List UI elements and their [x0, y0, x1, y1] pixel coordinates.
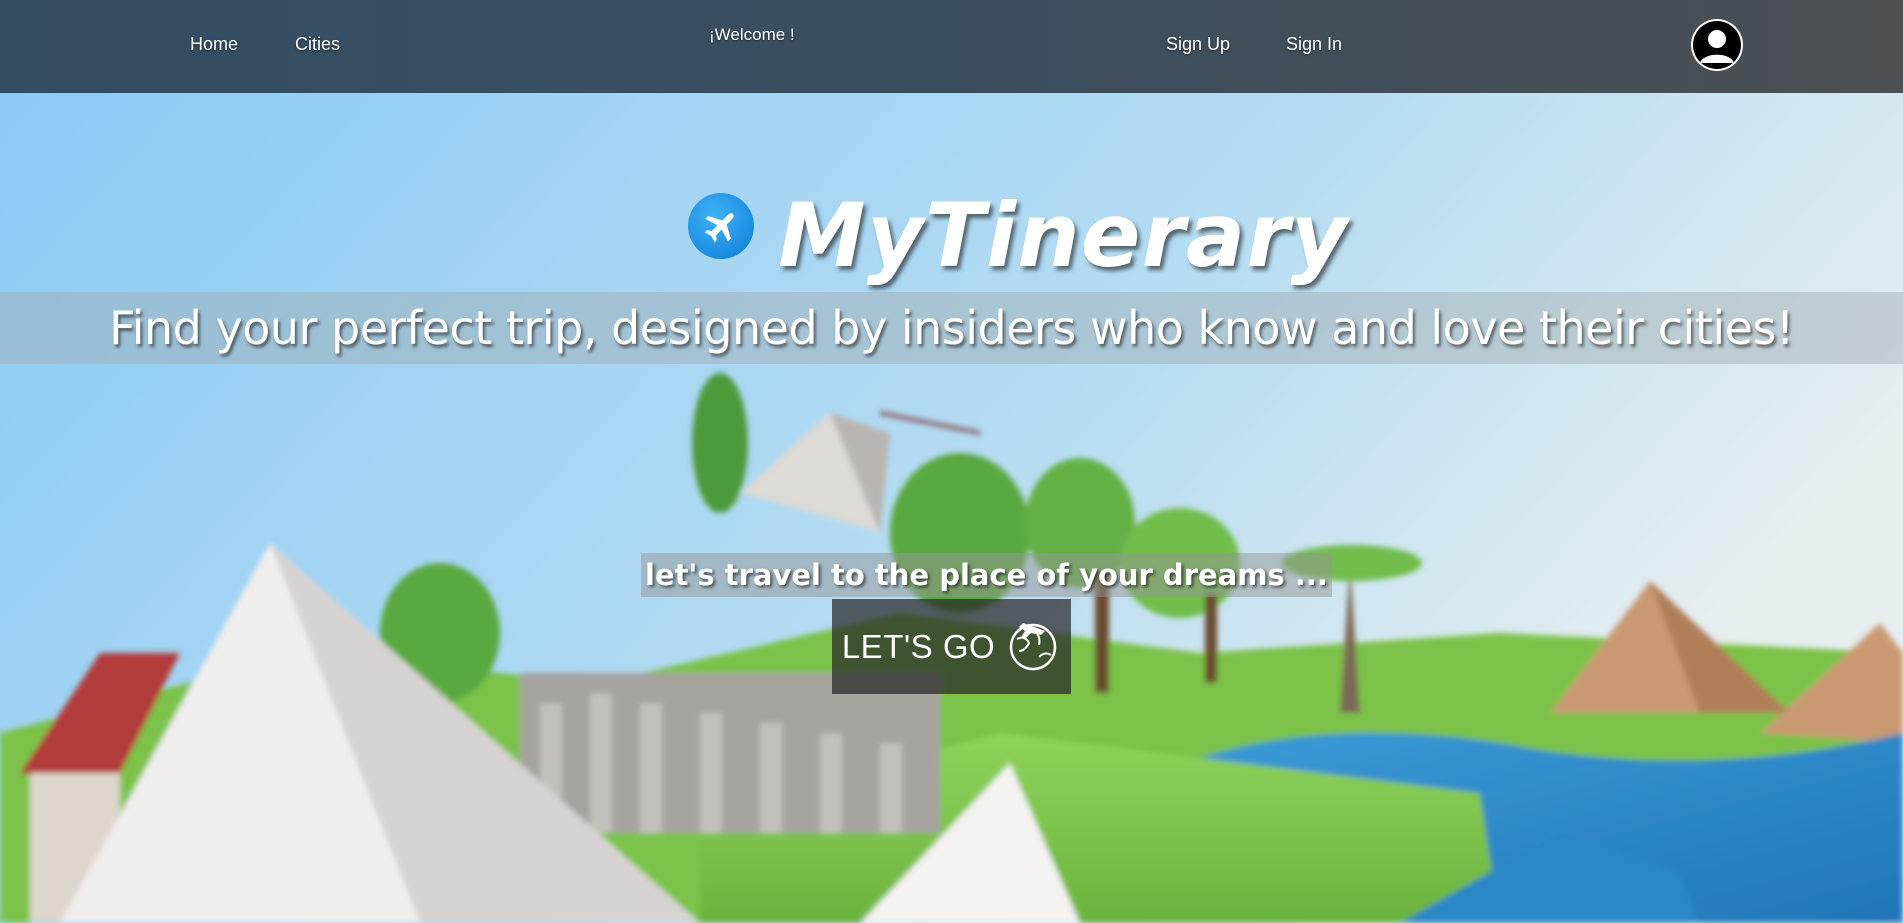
- nav-signin-link[interactable]: Sign In: [1286, 34, 1342, 55]
- nav-home-link[interactable]: Home: [190, 34, 238, 55]
- brand-title: MyTinerary: [778, 184, 1349, 287]
- nav-signup-link[interactable]: Sign Up: [1166, 34, 1230, 55]
- cta-subtitle: let's travel to the place of your dreams…: [641, 553, 1332, 597]
- tagline-band: Find your perfect trip, designed by insi…: [0, 292, 1903, 364]
- globe-travel-icon: [1005, 617, 1061, 677]
- lets-go-button[interactable]: LET'S GO: [832, 599, 1071, 694]
- airplane-icon: [688, 193, 754, 259]
- lets-go-label: LET'S GO: [841, 627, 996, 665]
- user-avatar-icon[interactable]: [1693, 21, 1741, 69]
- tagline-text: Find your perfect trip, designed by insi…: [109, 301, 1794, 355]
- nav-cities-link[interactable]: Cities: [295, 34, 340, 55]
- top-navbar: Home Cities ¡Welcome ! Sign Up Sign In: [0, 0, 1903, 93]
- welcome-text: ¡Welcome !: [709, 25, 795, 44]
- brand-logo: MyTinerary: [688, 176, 1349, 296]
